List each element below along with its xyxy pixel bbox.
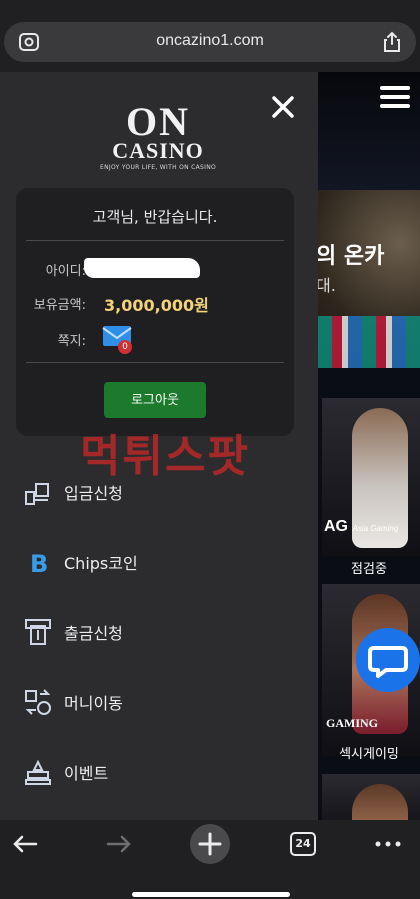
dealer-image xyxy=(352,784,408,820)
logo-casino-text: CASINO xyxy=(112,138,204,163)
logo-tagline: ENJOY YOUR LIFE, WITH ON CASINO xyxy=(100,164,216,171)
banner-subtitle: 대. xyxy=(318,276,336,295)
greeting-text: 고객님, 반갑습니다. xyxy=(92,208,218,226)
on-casino-logo[interactable]: ON CASINO ENJOY YOUR LIFE, WITH ON CASIN… xyxy=(88,98,228,174)
event-icon xyxy=(25,759,51,785)
tab-switcher-button[interactable]: 24 xyxy=(290,832,316,856)
divider xyxy=(26,362,284,363)
deposit-icon xyxy=(25,483,49,505)
url-text[interactable]: oncazino1.com xyxy=(4,32,416,50)
message-count-badge: 0 xyxy=(118,340,132,354)
share-icon[interactable] xyxy=(382,31,402,53)
menu-item-label: 머니이동 xyxy=(64,694,123,713)
close-icon[interactable] xyxy=(270,94,296,120)
banner-title: 의 온카 xyxy=(318,244,385,269)
casino-chips-image xyxy=(318,316,420,368)
menu-item-money-transfer[interactable]: 머니이동 xyxy=(0,666,318,736)
balance-value: 3,000,000원 xyxy=(104,296,209,315)
watermark-text: 먹튀스팟 xyxy=(80,431,250,482)
withdraw-icon xyxy=(25,619,51,645)
user-info-card: 고객님, 반갑습니다. 아이디: 보유금액: 3,000,000원 쪽지: 0 … xyxy=(16,188,294,436)
background-site: 의 온카 대. AG Asia Gaming 점검중 GAMING 섹시게이밍 xyxy=(318,72,420,820)
menu-item-withdraw[interactable]: 출금신청 xyxy=(0,596,318,666)
browser-top-bar: oncazino1.com xyxy=(0,0,420,72)
menu-item-chips-coin[interactable]: B Chips코인 xyxy=(0,526,318,596)
asia-gaming-logo: AG Asia Gaming xyxy=(324,518,399,535)
more-options-icon[interactable] xyxy=(374,834,402,854)
menu-item-label: 출금신청 xyxy=(64,624,123,643)
game-card-caption: 점검중 xyxy=(351,562,387,577)
menu-item-label: Chips코인 xyxy=(64,554,138,573)
message-label: 쪽지: xyxy=(57,334,86,349)
sexy-gaming-logo: GAMING xyxy=(326,716,378,730)
new-tab-button[interactable] xyxy=(190,824,230,864)
divider xyxy=(26,240,284,241)
live-chat-button[interactable] xyxy=(356,628,420,692)
hamburger-menu-icon[interactable] xyxy=(380,86,410,112)
game-card-caption: 섹시게이밍 xyxy=(339,747,399,762)
game-card[interactable] xyxy=(322,774,420,820)
home-indicator[interactable] xyxy=(132,892,290,897)
address-bar[interactable]: oncazino1.com xyxy=(4,22,416,62)
menu-item-event[interactable]: 이벤트 xyxy=(0,736,318,806)
browser-bottom-bar: 24 xyxy=(0,820,420,899)
back-arrow-icon[interactable] xyxy=(12,834,38,854)
id-label: 아이디: xyxy=(45,264,86,279)
site-header xyxy=(318,72,420,190)
balance-label: 보유금액: xyxy=(33,298,86,313)
plus-icon xyxy=(198,832,222,856)
menu-item-label: 이벤트 xyxy=(64,764,109,783)
forward-arrow-icon[interactable] xyxy=(106,834,132,854)
drawer-menu: 입금신청 B Chips코인 출금신청 머니이동 이벤트 xyxy=(0,456,318,806)
bitcoin-icon: B xyxy=(30,550,48,576)
screen: oncazino1.com 의 온카 대. AG Asia Gaming 점검중… xyxy=(0,0,420,899)
game-card-asia-gaming[interactable]: AG Asia Gaming xyxy=(322,398,420,556)
redacted-user-id xyxy=(84,258,200,278)
promo-banner[interactable]: 의 온카 대. xyxy=(318,190,420,368)
logout-button[interactable]: 로그아웃 xyxy=(104,382,206,418)
svg-text:B: B xyxy=(30,550,48,576)
money-transfer-icon xyxy=(25,689,51,715)
chat-bubble-icon xyxy=(368,646,408,678)
